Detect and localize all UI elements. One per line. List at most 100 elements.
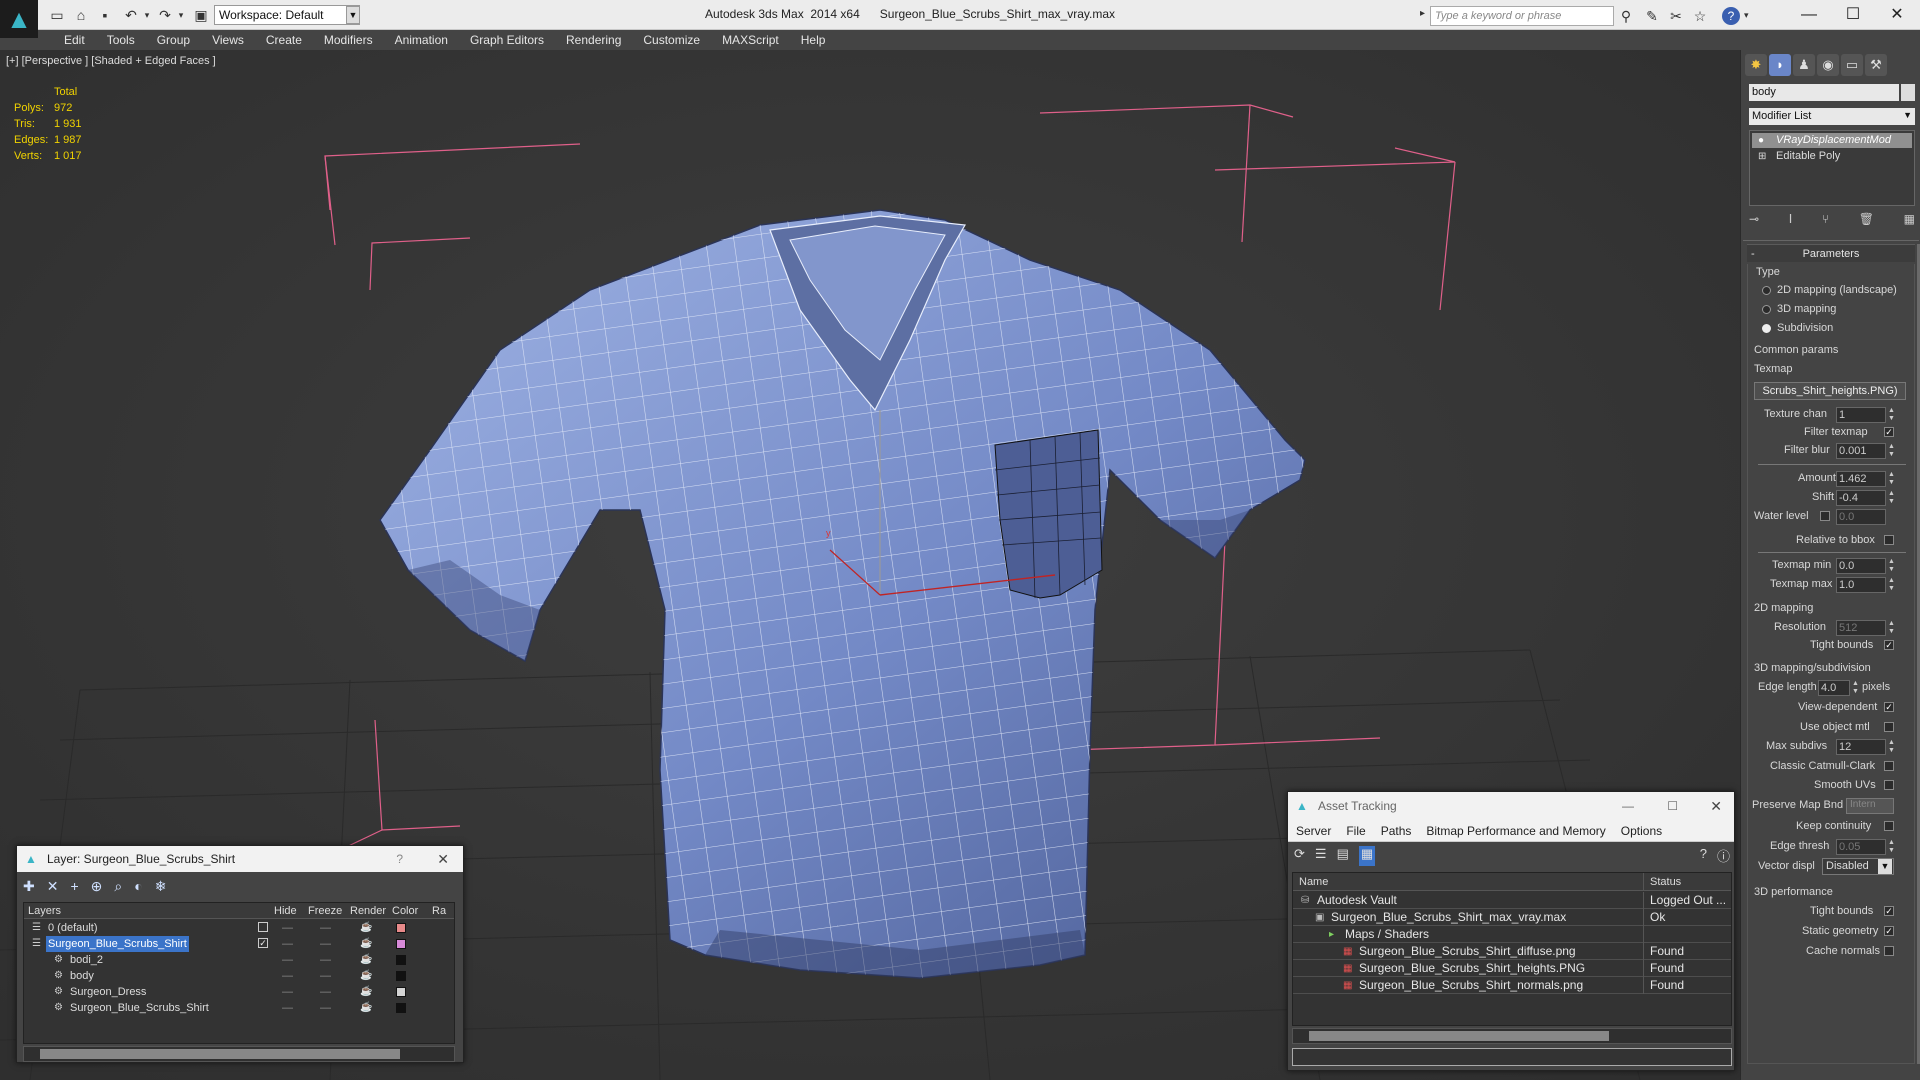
teapot-render-icon[interactable]: ☕ <box>360 984 372 1000</box>
asset-name[interactable]: Surgeon_Blue_Scrubs_Shirt_max_vray.max <box>1331 909 1566 926</box>
search-input[interactable]: Type a keyword or phrase <box>1430 6 1614 26</box>
edge-length-spinner[interactable]: 4.0 <box>1818 680 1850 696</box>
column-name[interactable]: Name <box>1299 873 1328 891</box>
freeze-toggle[interactable]: — <box>320 984 331 1000</box>
layer-color-swatch[interactable] <box>396 939 406 949</box>
asset-name[interactable]: Maps / Shaders <box>1345 926 1429 943</box>
asset-scrollbar[interactable] <box>1292 1028 1732 1044</box>
asset-row[interactable]: ▸ Maps / Shaders <box>1293 926 1731 943</box>
teapot-render-icon[interactable]: ☕ <box>360 920 372 936</box>
spinner-arrows-icon[interactable]: ▲ ▼ <box>1888 558 1895 574</box>
layer-name[interactable]: 0 (default) <box>46 920 100 936</box>
asset-row[interactable]: ▦ Surgeon_Blue_Scrubs_Shirt_heights.PNG Fo… <box>1293 960 1731 977</box>
menu-help[interactable]: Help <box>791 33 838 47</box>
filter-texmap-checkbox[interactable]: ✓ <box>1884 427 1894 437</box>
modifier-list-dropdown[interactable]: Modifier List ▼ <box>1749 108 1915 125</box>
teapot-render-icon[interactable]: ☕ <box>360 1000 372 1016</box>
menu-edit[interactable]: Edit <box>54 33 97 47</box>
relative-bbox-checkbox[interactable] <box>1884 535 1894 545</box>
freeze-toggle[interactable]: — <box>320 920 331 936</box>
hide-toggle[interactable]: — <box>282 1000 293 1016</box>
max-subdivs-spinner[interactable]: 12 <box>1836 739 1886 755</box>
layer-row[interactable]: ☰ Surgeon_Blue_Scrubs_Shirt ✓ — — ☕ <box>24 936 454 952</box>
expand-plus-icon[interactable]: ⊞ <box>1758 149 1766 164</box>
menu-rendering[interactable]: Rendering <box>556 33 633 47</box>
texmap-max-spinner[interactable]: 1.0 <box>1836 577 1886 593</box>
teapot-render-icon[interactable]: ☕ <box>360 968 372 984</box>
asset-row[interactable]: ▦ Surgeon_Blue_Scrubs_Shirt_normals.png Fo… <box>1293 977 1731 994</box>
menu-tools[interactable]: Tools <box>97 33 147 47</box>
asset-name[interactable]: Surgeon_Blue_Scrubs_Shirt_normals.png <box>1359 977 1583 994</box>
table-view-icon[interactable]: ▦ <box>1358 846 1376 866</box>
tight-bounds-checkbox[interactable]: ✓ <box>1884 640 1894 650</box>
type-option-3d[interactable]: 3D mapping <box>1762 303 1836 315</box>
layer-row[interactable]: ⚙ bodi_2 — — ☕ <box>24 952 454 968</box>
layer-color-swatch[interactable] <box>396 955 406 965</box>
freeze-toggle[interactable]: — <box>320 936 331 952</box>
layer-color-swatch[interactable] <box>396 971 406 981</box>
spinner-arrows-icon[interactable]: ▲ ▼ <box>1888 471 1895 487</box>
menu-modifiers[interactable]: Modifiers <box>314 33 385 47</box>
layer-name[interactable]: bodi_2 <box>68 952 105 968</box>
current-layer-icon[interactable]: ✓ <box>258 938 268 948</box>
smooth-uvs-checkbox[interactable] <box>1884 780 1894 790</box>
water-level-spinner[interactable]: 0.0 <box>1836 509 1886 525</box>
layer-name[interactable]: body <box>68 968 96 984</box>
column-freeze[interactable]: Freeze <box>308 903 342 919</box>
asset-menu-options[interactable]: Options <box>1621 824 1662 838</box>
layer-row[interactable]: ⚙ Surgeon_Blue_Scrubs_Shirt — — ☕ <box>24 1000 454 1016</box>
close-button[interactable]: ✕ <box>1710 792 1722 820</box>
layer-scrollbar[interactable] <box>23 1046 455 1062</box>
tree-view-icon[interactable]: ▤ <box>1337 846 1349 866</box>
search-expand-icon[interactable]: ▸ <box>1420 8 1425 19</box>
layer-row[interactable]: ⚙ Surgeon_Dress — — ☕ <box>24 984 454 1000</box>
info-icon[interactable]: ⓘ <box>1717 846 1730 866</box>
radio-button[interactable] <box>1762 304 1771 314</box>
spinner-arrows-icon[interactable]: ▲ ▼ <box>1888 490 1895 506</box>
minimize-button[interactable]: — <box>1786 3 1832 27</box>
texmap-button[interactable]: Scrubs_Shirt_heights.PNG) <box>1754 382 1906 400</box>
spinner-arrows-icon[interactable]: ▲ ▼ <box>1888 407 1895 423</box>
freeze-toggle[interactable]: — <box>320 1000 331 1016</box>
menu-animation[interactable]: Animation <box>385 33 460 47</box>
hide-toggle[interactable]: — <box>282 936 293 952</box>
spinner-arrows-icon[interactable]: ▲ ▼ <box>1888 839 1895 855</box>
asset-name[interactable]: Autodesk Vault <box>1317 892 1397 909</box>
asset-name[interactable]: Surgeon_Blue_Scrubs_Shirt_diffuse.png <box>1359 943 1576 960</box>
remove-modifier-icon[interactable]: 🗑 <box>1859 212 1874 232</box>
display-tab-icon[interactable]: ▭ <box>1841 54 1863 76</box>
view-dependent-checkbox[interactable]: ✓ <box>1884 702 1894 712</box>
column-status[interactable]: Status <box>1643 873 1681 891</box>
menu-group[interactable]: Group <box>147 33 202 47</box>
hide-toggle[interactable]: — <box>282 952 293 968</box>
layer-color-swatch[interactable] <box>396 987 406 997</box>
radio-button[interactable] <box>1762 285 1771 295</box>
filter-blur-spinner[interactable]: 0.001 <box>1836 443 1886 459</box>
layer-color-swatch[interactable] <box>396 923 406 933</box>
configure-sets-icon[interactable]: ▦ <box>1904 212 1915 232</box>
edge-thresh-spinner[interactable]: 0.05 <box>1836 839 1886 855</box>
asset-menu-server[interactable]: Server <box>1296 824 1331 838</box>
asset-row[interactable]: ▣ Surgeon_Blue_Scrubs_Shirt_max_vray.max O… <box>1293 909 1731 926</box>
type-option-2d[interactable]: 2D mapping (landscape) <box>1762 284 1897 296</box>
create-tab-icon[interactable]: ✸ <box>1745 54 1767 76</box>
asset-menu-paths[interactable]: Paths <box>1381 824 1412 838</box>
binoculars-icon[interactable]: ⚲ <box>1616 6 1636 26</box>
close-button[interactable]: ✕ <box>1874 3 1920 27</box>
utilities-tab-icon[interactable]: ⚒ <box>1865 54 1887 76</box>
layer-row[interactable]: ☰ 0 (default) — — ☕ <box>24 920 454 936</box>
stack-item-editable-poly[interactable]: ⊞ Editable Poly <box>1752 149 1912 164</box>
column-color[interactable]: Color <box>392 903 418 919</box>
tight-bounds-2-checkbox[interactable]: ✓ <box>1884 906 1894 916</box>
favorites-star-icon[interactable]: ☆ <box>1690 6 1710 26</box>
asset-menu-bitmap[interactable]: Bitmap Performance and Memory <box>1426 824 1605 838</box>
layer-name[interactable]: Surgeon_Blue_Scrubs_Shirt <box>68 1000 211 1016</box>
parameters-rollout-header[interactable]: - Parameters <box>1747 244 1915 262</box>
preserve-map-bnd-dropdown[interactable]: Intern <box>1846 798 1894 814</box>
column-render[interactable]: Render <box>350 903 386 919</box>
use-object-mtl-checkbox[interactable] <box>1884 722 1894 732</box>
hide-toggle[interactable]: — <box>282 984 293 1000</box>
subscription-icon[interactable]: ✎ <box>1642 6 1662 26</box>
open-file-icon[interactable]: ⌂ <box>72 6 90 24</box>
menu-customize[interactable]: Customize <box>633 33 712 47</box>
